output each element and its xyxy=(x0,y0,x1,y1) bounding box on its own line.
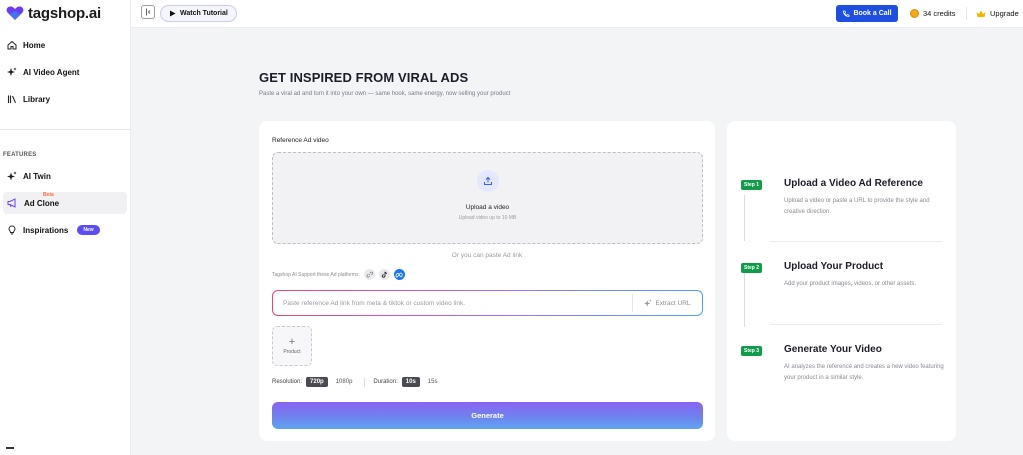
bulb-icon xyxy=(8,225,16,235)
link-icon xyxy=(363,269,375,280)
extract-url-label: Extract URL xyxy=(655,299,691,307)
features-nav: AI Twin Ad Clone Beta Inspirations New xyxy=(0,165,131,241)
duration-option-10s[interactable]: 10s xyxy=(401,377,420,387)
supported-platforms: Tagshop AI Support these Ad platforms: xyxy=(272,269,405,280)
step-badge: Step 1 xyxy=(741,180,763,190)
step-title: Generate Your Video xyxy=(784,344,882,355)
sidebar-item-ai-video-agent[interactable]: AI Video Agent xyxy=(0,61,131,83)
sparkle-icon xyxy=(7,171,17,181)
brand-logo[interactable]: tagshop.ai xyxy=(6,4,101,22)
reference-ad-label: Reference Ad video xyxy=(272,137,329,144)
upload-limit-text: Upload video up to 10 MB xyxy=(458,215,517,221)
tiktok-icon xyxy=(378,269,390,280)
beta-badge: Beta xyxy=(43,192,54,198)
sparkle-icon xyxy=(644,299,653,307)
phone-icon xyxy=(843,10,850,17)
megaphone-icon xyxy=(7,198,16,208)
watch-tutorial-button[interactable]: Watch Tutorial xyxy=(160,5,237,22)
platforms-label: Tagshop AI Support these Ad platforms: xyxy=(272,271,360,278)
new-badge: New xyxy=(77,225,100,235)
ad-link-input[interactable] xyxy=(283,291,623,315)
duration-option-15s[interactable]: 15s xyxy=(424,377,442,387)
product-label: Product xyxy=(283,349,301,355)
sidebar-item-ai-twin[interactable]: AI Twin xyxy=(0,165,131,187)
extract-url-button[interactable]: Extract URL xyxy=(632,294,702,312)
upgrade-button[interactable]: Upgrade xyxy=(976,5,1019,22)
video-upload-dropzone[interactable]: Upload a video Upload video up to 10 MB xyxy=(272,152,703,244)
step-description: Add your product images, videos, or othe… xyxy=(784,281,917,287)
step-connector xyxy=(744,273,745,327)
step-connector xyxy=(744,195,745,241)
collapse-handle-icon[interactable] xyxy=(6,447,14,453)
step-badge: Step 3 xyxy=(741,346,763,356)
features-section-label: FEATURES xyxy=(3,152,37,158)
step-description: Upload a video or paste a URL to provide… xyxy=(784,198,930,215)
steps-card: Step 1 Upload a Video Ad Reference Uploa… xyxy=(727,121,956,441)
tagshop-heart-icon xyxy=(6,6,24,20)
sidebar-item-label: AI Twin xyxy=(23,171,51,181)
sidebar-item-label: AI Video Agent xyxy=(23,67,80,77)
or-paste-text: Or you can paste Ad link xyxy=(451,252,523,259)
plus-icon: + xyxy=(288,336,296,348)
upload-icon xyxy=(477,170,499,192)
coin-icon xyxy=(910,9,919,18)
resolution-option-720p[interactable]: 720p xyxy=(306,377,328,387)
panel-collapse-icon xyxy=(146,8,151,16)
sidebar-item-inspirations[interactable]: Inspirations New xyxy=(0,219,131,241)
ad-link-field: Extract URL xyxy=(272,290,703,316)
book-call-label: Book a Call xyxy=(853,10,892,17)
options-divider xyxy=(364,377,366,387)
sidebar-item-label: Library xyxy=(23,94,51,104)
sparkle-icon xyxy=(7,67,17,76)
meta-icon xyxy=(393,269,405,280)
resolution-label: Resolution: xyxy=(272,379,303,385)
upload-title: Upload a video xyxy=(465,204,510,211)
ad-clone-form-card: Reference Ad video Upload a video Upload… xyxy=(259,121,715,441)
home-icon xyxy=(7,40,17,50)
sidebar-divider xyxy=(0,129,130,130)
sidebar-item-home[interactable]: Home xyxy=(0,34,131,56)
generate-button[interactable]: Generate xyxy=(272,402,703,429)
duration-label: Duration: xyxy=(373,379,398,385)
generation-options: Resolution: 720p 1080p Duration: 10s 15s xyxy=(272,377,441,387)
step-divider xyxy=(770,241,942,242)
step-title: Upload Your Product xyxy=(784,261,884,272)
upgrade-label: Upgrade xyxy=(990,9,1019,18)
credits-label: 34 credits xyxy=(923,9,956,18)
crown-icon xyxy=(976,10,986,17)
add-product-button[interactable]: + Product xyxy=(272,326,312,366)
step-title: Upload a Video Ad Reference xyxy=(784,178,923,189)
sidebar-item-label: Home xyxy=(23,40,46,50)
resolution-option-1080p[interactable]: 1080p xyxy=(332,377,357,387)
step-badge: Step 2 xyxy=(741,263,763,273)
book-call-button[interactable]: Book a Call xyxy=(836,5,898,22)
page-title: GET INSPIRED FROM VIRAL ADS xyxy=(259,70,469,85)
sidebar-item-label: Inspirations xyxy=(23,225,69,235)
sidebar: tagshop.ai Home AI Video Agent Library F… xyxy=(0,0,131,455)
credits-indicator[interactable]: 34 credits xyxy=(910,5,956,22)
sidebar-item-library[interactable]: Library xyxy=(0,88,131,110)
sidebar-toggle-button[interactable] xyxy=(141,5,155,19)
brand-name: tagshop.ai xyxy=(28,4,102,22)
sidebar-item-label: Ad Clone xyxy=(24,198,60,208)
step-description: AI analyzes the reference and creates a … xyxy=(784,364,944,381)
topbar-divider xyxy=(966,7,967,20)
play-icon xyxy=(170,10,176,17)
page-subtitle: Paste a viral ad and turn it into your o… xyxy=(259,91,511,97)
main-nav: Home AI Video Agent Library xyxy=(0,34,131,110)
watch-tutorial-label: Watch Tutorial xyxy=(180,10,228,17)
library-icon xyxy=(7,95,17,104)
step-divider xyxy=(770,324,942,325)
sidebar-item-ad-clone[interactable]: Ad Clone Beta xyxy=(3,192,127,214)
topbar: Watch Tutorial Book a Call 34 credits Up… xyxy=(131,0,1023,28)
ad-link-field-inner: Extract URL xyxy=(273,291,702,315)
